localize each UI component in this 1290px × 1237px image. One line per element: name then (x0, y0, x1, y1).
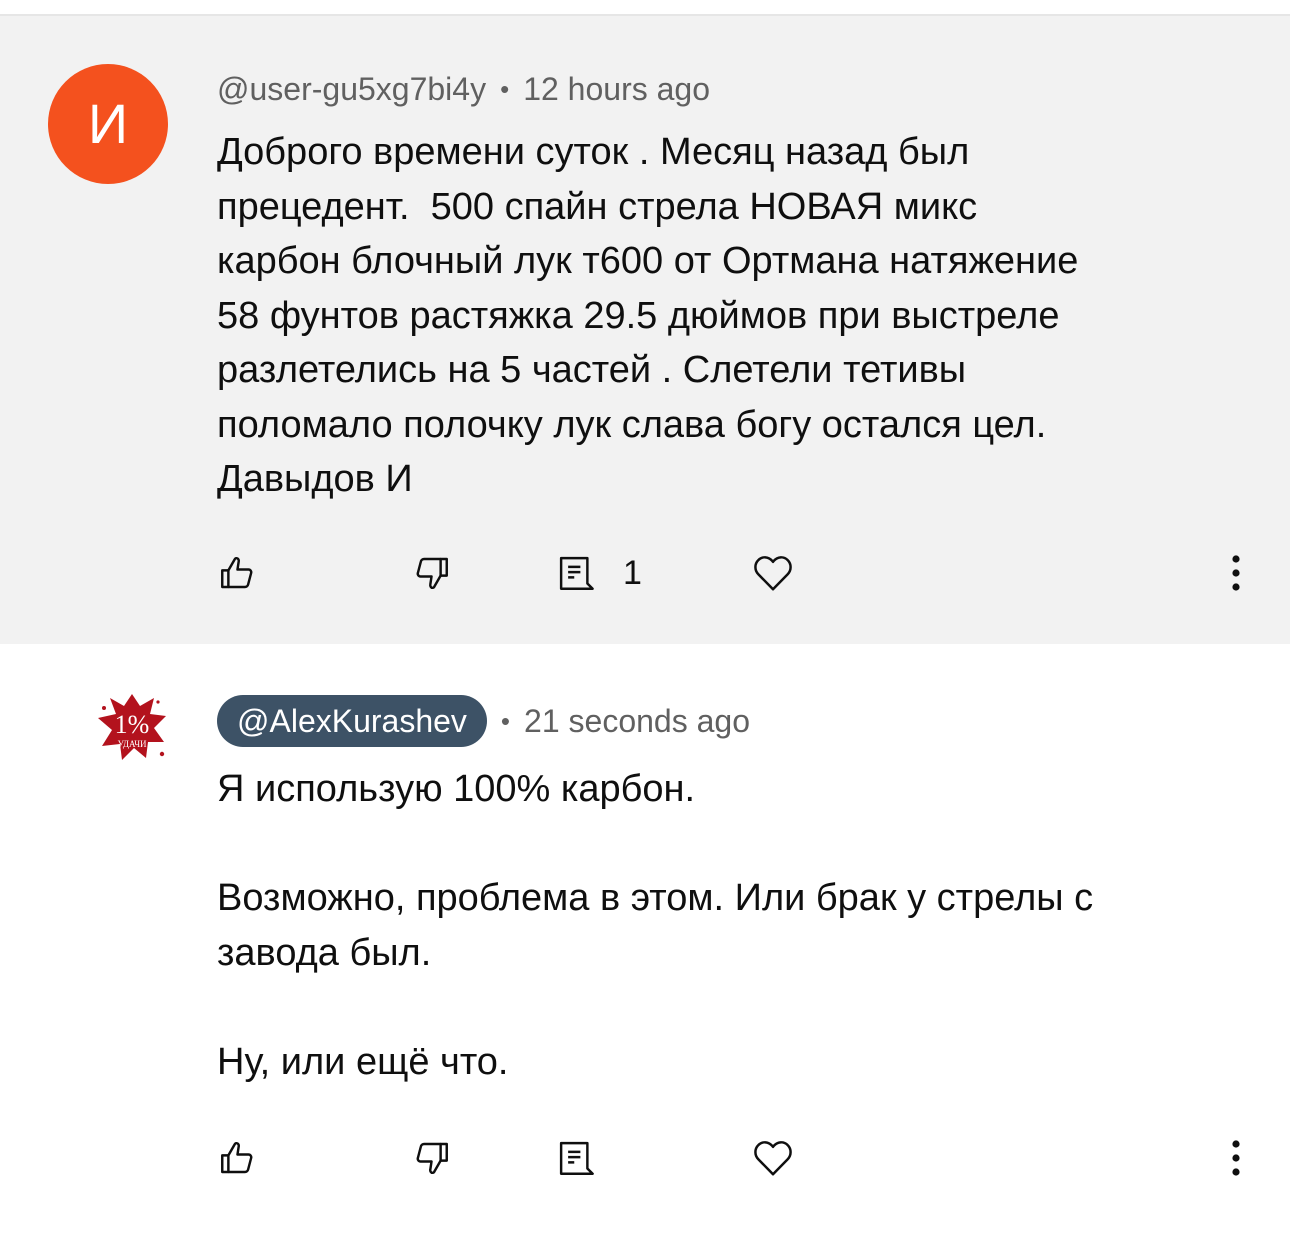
dislike-button[interactable] (410, 543, 452, 603)
dislike-button[interactable] (410, 1128, 452, 1188)
thumbs-down-icon (416, 1142, 448, 1175)
luck-logo-avatar: 1% УДАЧИ (98, 694, 166, 760)
heart-button[interactable] (750, 543, 796, 603)
top-divider (0, 0, 1290, 16)
comment-time[interactable]: 12 hours ago (523, 71, 710, 108)
meta-separator: • (500, 705, 511, 736)
comment-text: Доброго времени суток . Месяц назад был … (217, 131, 1079, 500)
like-button[interactable] (217, 543, 259, 603)
reply-button[interactable] (555, 1128, 597, 1188)
comment-time[interactable]: 21 seconds ago (524, 703, 750, 740)
comment-item-1: И @user-gu5xg7bi4y • 12 hours ago Доброг… (0, 16, 1290, 644)
more-options-button[interactable] (1216, 543, 1256, 603)
more-vertical-icon (1232, 555, 1240, 591)
comment-meta: @user-gu5xg7bi4y • 12 hours ago (217, 67, 710, 111)
reply-icon (559, 556, 594, 590)
comment-item-2: 1% УДАЧИ @AlexKurashev • 21 seconds ago … (0, 644, 1290, 1237)
meta-separator: • (500, 73, 510, 104)
more-options-button[interactable] (1216, 1128, 1256, 1188)
like-button[interactable] (217, 1128, 259, 1188)
thumbs-up-icon (221, 1141, 253, 1174)
reply-icon (559, 1141, 594, 1175)
thumbs-down-icon (416, 557, 448, 590)
more-vertical-icon (1232, 1140, 1240, 1176)
comment-actions: 1 (0, 543, 1290, 603)
comment-actions (0, 1128, 1290, 1188)
heart-icon (754, 1141, 792, 1176)
comment-text: Я использую 100% карбон. Возможно, пробл… (217, 768, 1094, 1083)
comment-meta: @AlexKurashev • 21 seconds ago (217, 695, 750, 747)
logo-subtext: УДАЧИ (117, 739, 147, 749)
heart-icon (754, 556, 792, 591)
reply-button[interactable]: 1 (555, 543, 642, 603)
reply-count[interactable]: 1 (623, 554, 642, 593)
thumbs-up-icon (221, 556, 253, 589)
logo-text: 1% (115, 710, 150, 739)
author-name[interactable]: @user-gu5xg7bi4y (217, 71, 486, 108)
heart-button[interactable] (750, 1128, 796, 1188)
avatar[interactable]: И (48, 64, 168, 184)
avatar[interactable]: 1% УДАЧИ (92, 688, 172, 768)
author-name[interactable]: @AlexKurashev (217, 695, 487, 747)
